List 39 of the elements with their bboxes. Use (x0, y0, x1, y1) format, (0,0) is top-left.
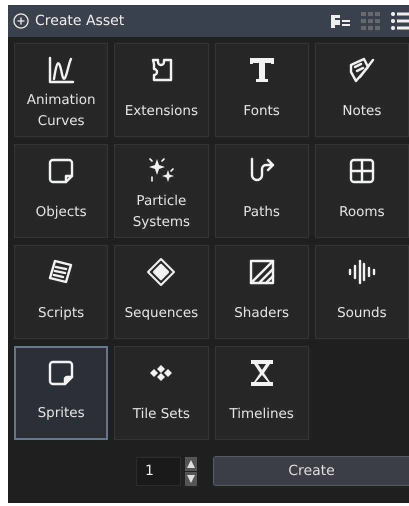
asset-label: Extensions (124, 102, 198, 120)
add-circle-icon (13, 13, 29, 29)
asset-label: Sequences (124, 304, 198, 322)
decrement-icon[interactable] (185, 472, 197, 486)
create-button[interactable]: Create (213, 456, 409, 486)
asset-tile[interactable]: Notes (314, 43, 409, 137)
asset-tile[interactable]: Objects (14, 144, 108, 238)
count-field[interactable]: 1 (136, 456, 181, 486)
asset-label: Scripts (38, 304, 84, 322)
tree-view-icon[interactable] (331, 14, 351, 28)
asset-tile[interactable]: Extensions (114, 43, 208, 137)
asset-tile[interactable]: Rooms (314, 144, 409, 238)
asset-label: Rooms (339, 202, 385, 222)
list-view-icon[interactable] (391, 11, 409, 31)
asset-label: Objects (36, 202, 87, 222)
asset-label: Tile Sets (132, 404, 190, 424)
asset-tile[interactable]: Scripts (14, 245, 108, 339)
asset-tile[interactable]: Particle Systems (114, 144, 208, 238)
panel-title: Create Asset (35, 13, 124, 29)
asset-tile[interactable]: Fonts (214, 43, 309, 137)
diamond-icon (145, 256, 178, 288)
asset-label: Particle Systems (132, 192, 192, 232)
asset-label: Animation Curves (26, 91, 97, 131)
asset-label: Sounds (337, 304, 387, 322)
asset-label: Shaders (234, 304, 290, 322)
asset-label: Sprites (38, 404, 85, 423)
asset-tile[interactable]: Animation Curves (14, 43, 108, 137)
asset-label: Timelines (229, 404, 294, 424)
asset-tile[interactable]: Tile Sets (114, 346, 208, 440)
asset-tile[interactable]: Paths (214, 144, 309, 238)
asset-tile[interactable]: Timelines (214, 346, 309, 440)
asset-label: Paths (243, 202, 280, 222)
asset-tile[interactable]: Sequences (114, 245, 208, 339)
asset-tile[interactable]: Sounds (314, 245, 409, 339)
asset-label: Fonts (243, 102, 280, 120)
asset-tile[interactable]: Shaders (214, 245, 309, 339)
asset-label: Notes (342, 102, 382, 120)
asset-tile[interactable]: Sprites (14, 346, 108, 440)
increment-icon[interactable] (185, 456, 197, 470)
